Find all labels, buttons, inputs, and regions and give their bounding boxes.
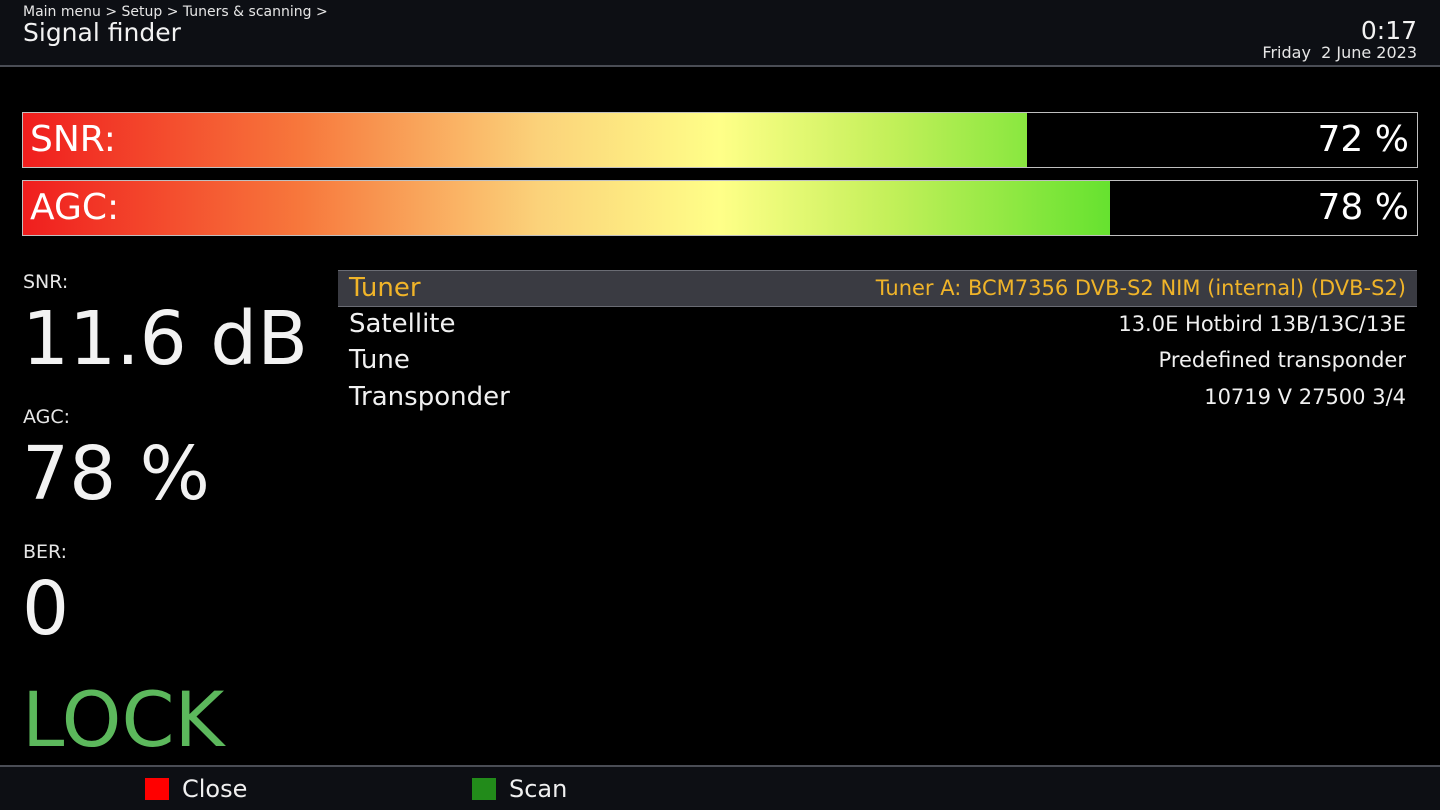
green-key-icon xyxy=(472,778,496,800)
agc-value: 78 % xyxy=(22,431,210,517)
snr-bar-label: SNR: xyxy=(30,119,116,160)
agc-bar-label: AGC: xyxy=(30,187,120,228)
config-key-satellite: Satellite xyxy=(349,308,456,339)
ber-value: 0 xyxy=(22,566,70,652)
snr-bar-value: 72 % xyxy=(1317,119,1409,160)
ber-label: BER: xyxy=(23,541,68,563)
config-row-satellite[interactable]: Satellite 13.0E Hotbird 13B/13C/13E xyxy=(338,307,1417,344)
page-title: Signal finder xyxy=(23,18,181,47)
snr-bar: SNR: 72 % xyxy=(22,112,1418,168)
signal-finder-screen: Main menu > Setup > Tuners & scanning > … xyxy=(0,0,1440,810)
footer: Close Scan xyxy=(0,765,1440,810)
config-value-transponder: 10719 V 27500 3/4 xyxy=(1204,385,1406,410)
lock-status: LOCK xyxy=(22,675,225,764)
close-button[interactable]: Close xyxy=(145,775,248,803)
config-row-tune[interactable]: Tune Predefined transponder xyxy=(338,343,1417,380)
config-key-transponder: Transponder xyxy=(349,382,510,413)
snr-value: 11.6 dB xyxy=(22,296,309,382)
config-value-satellite: 13.0E Hotbird 13B/13C/13E xyxy=(1118,311,1406,336)
config-row-transponder[interactable]: Transponder 10719 V 27500 3/4 xyxy=(338,380,1417,417)
config-list: Tuner Tuner A: BCM7356 DVB-S2 NIM (inter… xyxy=(338,270,1417,417)
snr-label: SNR: xyxy=(23,271,69,293)
header: Main menu > Setup > Tuners & scanning > … xyxy=(0,0,1440,67)
red-key-icon xyxy=(145,778,169,800)
snr-bar-fill xyxy=(23,113,1027,167)
config-key-tune: Tune xyxy=(349,345,410,376)
agc-bar-value: 78 % xyxy=(1317,187,1409,228)
scan-button-label: Scan xyxy=(509,775,568,803)
agc-label: AGC: xyxy=(23,406,71,428)
config-key-tuner: Tuner xyxy=(349,273,421,303)
agc-bar: AGC: 78 % xyxy=(22,180,1418,236)
agc-bar-fill xyxy=(23,181,1111,235)
config-value-tune: Predefined transponder xyxy=(1158,348,1406,373)
close-button-label: Close xyxy=(182,775,248,803)
clock: 0:17 xyxy=(1360,16,1417,45)
scan-button[interactable]: Scan xyxy=(472,775,568,803)
config-row-tuner[interactable]: Tuner Tuner A: BCM7356 DVB-S2 NIM (inter… xyxy=(338,270,1417,307)
date: Friday 2 June 2023 xyxy=(1262,43,1417,62)
config-value-tuner: Tuner A: BCM7356 DVB-S2 NIM (internal) (… xyxy=(875,276,1406,300)
